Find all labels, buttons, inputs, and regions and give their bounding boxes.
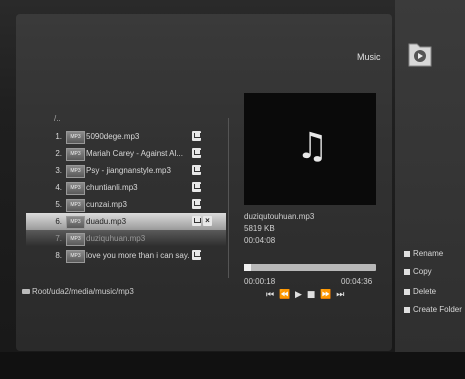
mp3-thumb-icon: MP3 (66, 165, 85, 178)
music-note-icon: ♫ (296, 126, 329, 167)
mp3-thumb-icon: MP3 (66, 199, 85, 212)
file-row[interactable]: 7. MP3 duziquhuan.mp3 (26, 230, 226, 247)
menu-create-folder[interactable]: Create Folder (404, 305, 462, 314)
row-number: 8. (55, 251, 62, 260)
checkbox-icon[interactable] (192, 182, 201, 192)
file-name-label: duziquhuan.mp3 (86, 234, 146, 243)
color-key-icon (404, 306, 410, 313)
mp3-thumb-icon: MP3 (66, 182, 85, 195)
mp3-thumb-icon: MP3 (66, 131, 85, 144)
row-number: 4. (55, 183, 62, 192)
folder-music-icon (408, 43, 432, 67)
checkbox-icon[interactable] (192, 199, 201, 209)
checkbox-icon[interactable] (192, 250, 201, 260)
file-name-label: cunzai.mp3 (86, 200, 127, 209)
row-number: 1. (55, 132, 62, 141)
file-row[interactable]: 1. MP3 5090dege.mp3 (26, 128, 226, 145)
file-name: duziqutouhuan.mp3 (244, 212, 315, 221)
file-name-label: Mariah Carey - Against Al... (86, 149, 183, 158)
menu-rename[interactable]: Rename (404, 249, 443, 258)
file-name-label: love you more than i can say. (86, 251, 190, 260)
file-row[interactable]: 8. MP3 love you more than i can say. (26, 247, 226, 264)
file-row[interactable]: 3. MP3 Psy - jiangnanstyle.mp3 (26, 162, 226, 179)
file-size: 5819 KB (244, 224, 275, 233)
row-number: 5. (55, 200, 62, 209)
progress-fill (244, 264, 251, 271)
color-key-icon (404, 268, 410, 275)
file-row[interactable]: 2. MP3 Mariah Carey - Against Al... (26, 145, 226, 162)
row-number: 6. (55, 217, 62, 226)
file-name-label: 5090dege.mp3 (86, 132, 140, 141)
path-icon (22, 289, 30, 294)
section-title: Music (357, 52, 381, 62)
menu-delete[interactable]: Delete (404, 287, 436, 296)
menu-copy[interactable]: Copy (404, 267, 432, 276)
scrollbar[interactable] (228, 118, 229, 278)
close-icon[interactable]: × (203, 216, 212, 226)
progress-bar[interactable] (244, 264, 376, 271)
file-name-label: chuntianli.mp3 (86, 183, 138, 192)
checkbox-icon[interactable] (192, 216, 201, 226)
mp3-thumb-icon: MP3 (66, 233, 85, 246)
mp3-thumb-icon: MP3 (66, 216, 85, 229)
total-time: 00:04:36 (341, 277, 373, 286)
elapsed-time: 00:00:18 (244, 277, 276, 286)
current-path: Root/uda2/media/music/mp3 (32, 287, 134, 296)
row-number: 7. (55, 234, 62, 243)
row-number: 3. (55, 166, 62, 175)
file-row[interactable]: 4. MP3 chuntianli.mp3 (26, 179, 226, 196)
playback-controls[interactable]: ⏮ ⏪ ▶ ■ ⏩ ⏭ (266, 290, 345, 300)
bottom-strip (0, 352, 465, 379)
checkbox-icon[interactable] (192, 165, 201, 175)
mp3-thumb-icon: MP3 (66, 250, 85, 263)
file-name-label: Psy - jiangnanstyle.mp3 (86, 166, 171, 175)
parent-folder-item[interactable]: /.. (54, 114, 61, 123)
file-row[interactable]: 5. MP3 cunzai.mp3 (26, 196, 226, 213)
checkbox-icon[interactable] (192, 148, 201, 158)
checkbox-icon[interactable] (192, 131, 201, 141)
color-key-icon (404, 250, 410, 257)
color-key-icon (404, 288, 410, 295)
file-row[interactable]: 6. MP3 duadu.mp3 × (26, 213, 226, 230)
file-name-label: duadu.mp3 (86, 217, 127, 226)
row-number: 2. (55, 149, 62, 158)
mp3-thumb-icon: MP3 (66, 148, 85, 161)
file-duration: 00:04:08 (244, 236, 276, 245)
